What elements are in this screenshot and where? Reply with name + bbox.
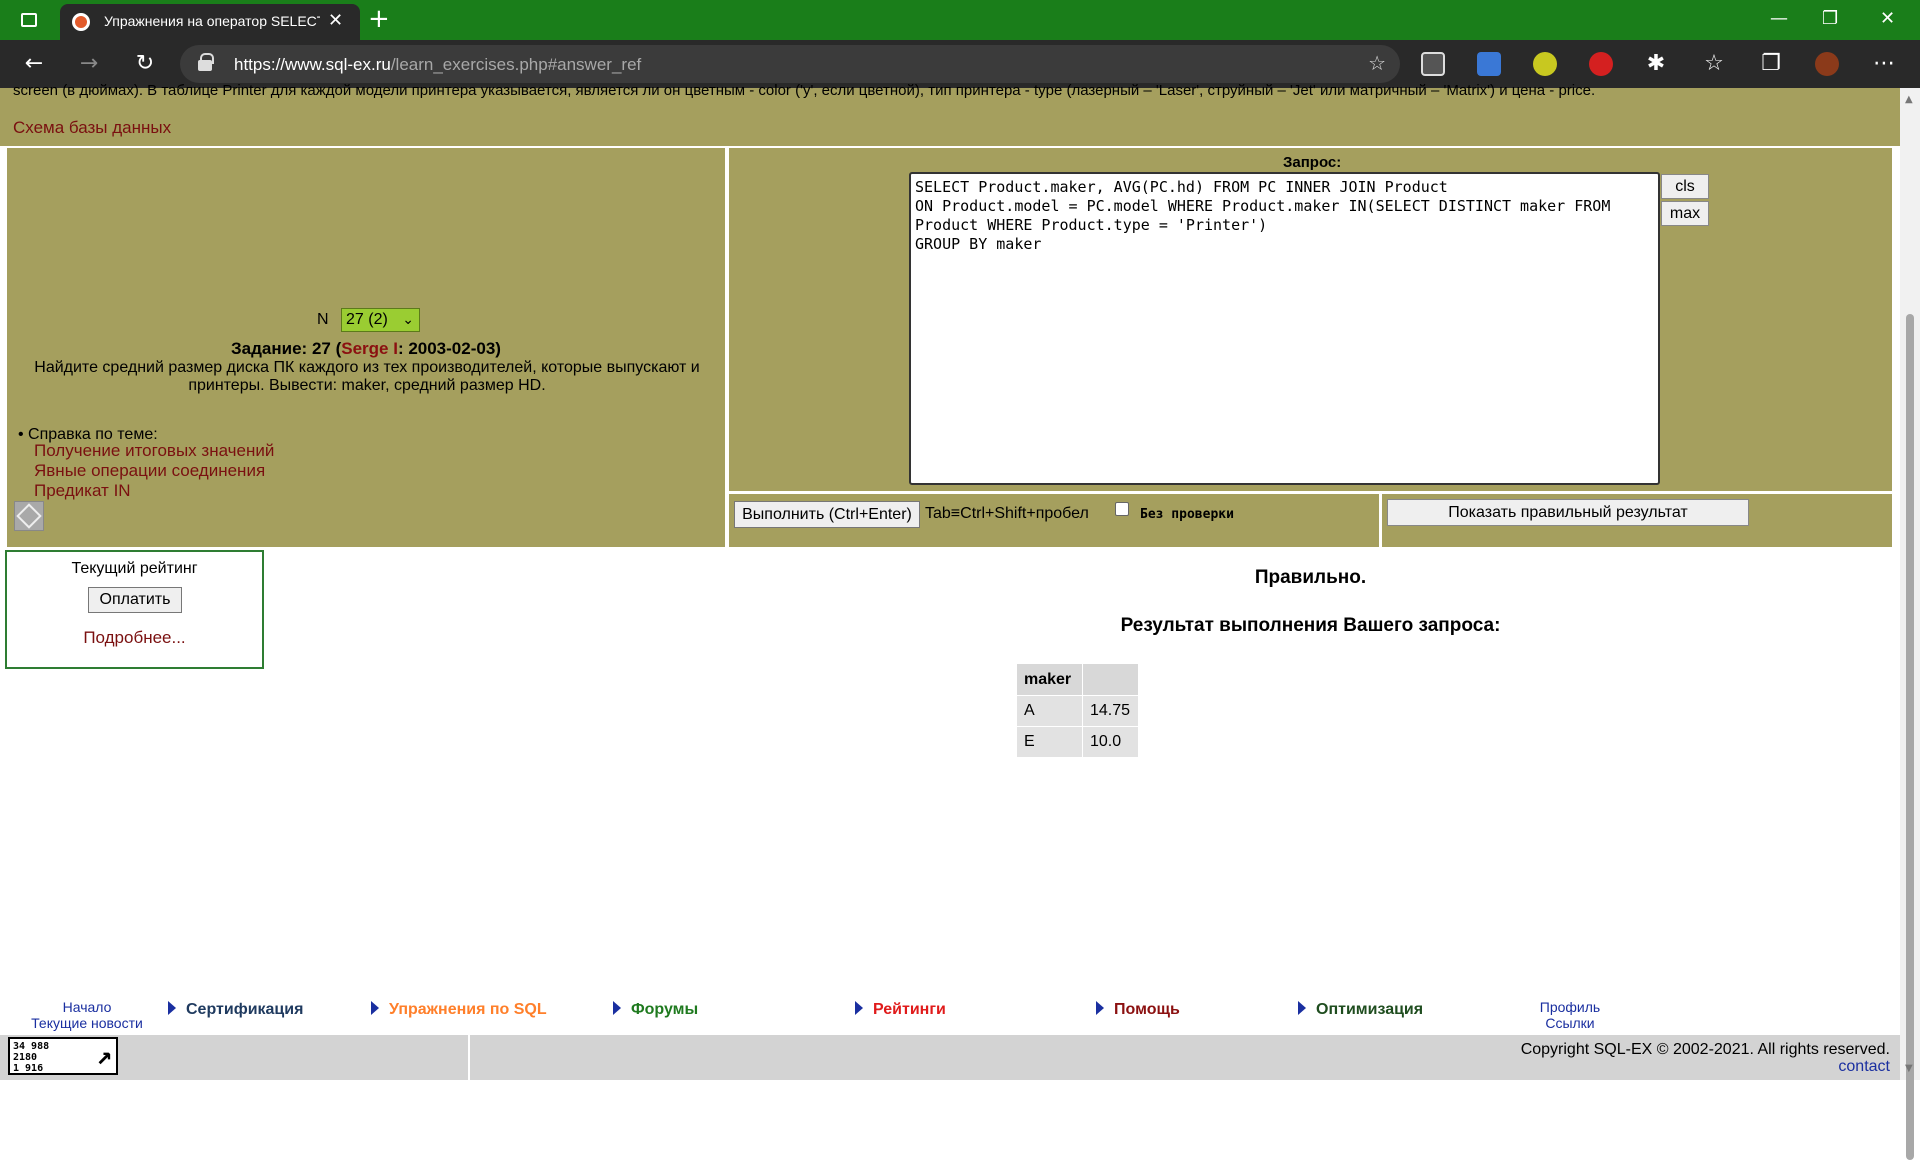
column-header — [1083, 664, 1138, 695]
profile-link[interactable]: Профиль — [1505, 999, 1635, 1015]
task-author-link[interactable]: Serge I — [341, 339, 398, 358]
more-menu-icon[interactable]: ⋯ — [1870, 50, 1898, 78]
table-header-row: maker — [1017, 664, 1138, 695]
links-link[interactable]: Ссылки — [1505, 1015, 1635, 1031]
schema-link[interactable]: Схема базы данных — [13, 118, 171, 138]
exercise-select-value: 27 (2) — [346, 311, 388, 328]
column-header: maker — [1017, 664, 1082, 695]
table-cell: E — [1017, 727, 1082, 757]
tab-hint: Tab≡Ctrl+Shift+пробел — [925, 505, 1089, 522]
max-button[interactable]: max — [1661, 201, 1709, 226]
no-check-checkbox[interactable] — [1115, 502, 1129, 516]
table-row: E 10.0 — [1017, 727, 1138, 757]
query-label: Запрос: — [1283, 154, 1342, 171]
table-cell: A — [1017, 696, 1082, 726]
tab-close-icon[interactable]: ✕ — [328, 11, 343, 29]
page-scrollbar[interactable]: ▲ ▼ — [1900, 88, 1920, 1160]
result-title: Результат выполнения Вашего запроса: — [1120, 615, 1501, 636]
navigation-bar: ← → ↻ https://www.sql-ex.ru/learn_exerci… — [0, 40, 1920, 88]
triangle-icon — [1096, 1001, 1104, 1015]
address-bar[interactable]: https://www.sql-ex.ru/learn_exercises.ph… — [180, 45, 1400, 83]
triangle-icon — [613, 1001, 621, 1015]
table-cell: 10.0 — [1083, 727, 1138, 757]
browser-tab[interactable]: Упражнения на оператор SELECT ✕ — [60, 4, 360, 40]
nav-help[interactable]: Помощь — [1096, 1001, 1180, 1019]
task-heading: Задание: 27 (Serge I: 2003-02-03) — [231, 339, 501, 358]
profile-avatar[interactable] — [1815, 52, 1839, 76]
home-link[interactable]: Начало — [0, 999, 174, 1015]
cls-button[interactable]: cls — [1661, 174, 1709, 199]
collections-icon[interactable]: ❐ — [1757, 50, 1785, 78]
visitor-counter[interactable]: 34 988 2180 1 916 ↗ — [8, 1037, 118, 1075]
rating-box: Текущий рейтинг Оплатить Подробнее... — [5, 550, 264, 669]
back-icon[interactable]: ← — [20, 50, 48, 78]
title-bar: Упражнения на оператор SELECT ✕ + — ❐ ✕ — [0, 0, 1920, 40]
extension-green-icon[interactable] — [1533, 52, 1557, 76]
description-strip: screen (в дюймах). В таблице Printer для… — [0, 82, 1900, 146]
triangle-icon — [1298, 1001, 1306, 1015]
table-cell: 14.75 — [1083, 696, 1138, 726]
show-correct-result-button[interactable]: Показать правильный результат — [1387, 499, 1749, 526]
add-favorite-icon[interactable]: ☆ — [1368, 51, 1386, 75]
nav-ratings[interactable]: Рейтинги — [855, 1001, 946, 1019]
lock-icon — [198, 53, 214, 71]
scroll-down-icon[interactable]: ▼ — [1905, 1063, 1913, 1074]
exercise-number-label: N — [317, 311, 329, 328]
arrow-icon: ↗ — [96, 1041, 112, 1071]
triangle-icon — [855, 1001, 863, 1015]
table-row: A 14.75 — [1017, 696, 1138, 726]
minimize-button[interactable]: — — [1770, 8, 1788, 29]
news-link[interactable]: Текущие новости — [0, 1015, 174, 1031]
nav-sql-exercises[interactable]: Упражнения по SQL — [371, 1001, 547, 1019]
result-status: Правильно. — [1254, 567, 1367, 588]
close-window-button[interactable]: ✕ — [1880, 8, 1895, 29]
pay-button[interactable]: Оплатить — [88, 587, 182, 613]
exercise-select[interactable]: 27 (2) ⌄ — [341, 308, 420, 332]
contact-link[interactable]: contact — [1700, 1058, 1890, 1076]
new-tab-button[interactable]: + — [368, 6, 390, 32]
tab-title: Упражнения на оператор SELECT — [104, 13, 320, 29]
triangle-icon — [371, 1001, 379, 1015]
chevron-down-icon: ⌄ — [402, 311, 414, 327]
forward-icon[interactable]: → — [75, 50, 103, 78]
extensions-puzzle-icon[interactable]: ✱ — [1642, 50, 1670, 78]
scroll-thumb[interactable] — [1906, 314, 1914, 1160]
help-link-in-predicate[interactable]: Предикат IN — [34, 481, 131, 501]
copyright-text: Copyright SQL-EX © 2002-2021. All rights… — [1520, 1041, 1890, 1058]
nav-optimization[interactable]: Оптимизация — [1298, 1001, 1423, 1019]
url-text[interactable]: https://www.sql-ex.ru/learn_exercises.ph… — [234, 55, 641, 75]
help-link-aggregates[interactable]: Получение итоговых значений — [34, 441, 274, 461]
more-link[interactable]: Подробнее... — [7, 628, 262, 648]
scroll-up-icon[interactable]: ▲ — [1905, 94, 1913, 105]
task-text: Найдите средний размер диска ПК каждого … — [34, 359, 700, 394]
triangle-icon — [168, 1001, 176, 1015]
result-table: maker A 14.75 E 10.0 — [1016, 663, 1139, 758]
extension-red-icon[interactable] — [1589, 52, 1613, 76]
favorites-icon[interactable]: ☆ — [1700, 50, 1728, 78]
refresh-icon[interactable]: ↻ — [131, 50, 159, 78]
schema-description: screen (в дюймах). В таблице Printer для… — [13, 82, 1596, 99]
run-query-button[interactable]: Выполнить (Ctrl+Enter) — [734, 501, 920, 528]
restore-button[interactable]: ❐ — [1822, 8, 1838, 29]
navigate-icon[interactable] — [14, 501, 44, 531]
nav-forums[interactable]: Форумы — [613, 1001, 698, 1019]
help-link-joins[interactable]: Явные операции соединения — [34, 461, 265, 481]
site-favicon-icon — [72, 13, 90, 31]
translate-icon[interactable] — [1477, 52, 1501, 76]
no-check-label: Без проверки — [1140, 507, 1234, 522]
rating-title: Текущий рейтинг — [71, 560, 198, 577]
tab-actions-icon[interactable] — [16, 8, 40, 32]
nav-certification[interactable]: Сертификация — [168, 1001, 303, 1019]
extension-reader-icon[interactable] — [1421, 52, 1445, 76]
divider — [468, 1035, 470, 1080]
task-panel: N 27 (2) ⌄ Задание: 27 (Serge I: 2003-02… — [7, 148, 725, 547]
page-content: screen (в дюймах). В таблице Printer для… — [0, 82, 1900, 1080]
sql-query-editor[interactable]: SELECT Product.maker, AVG(PC.hd) FROM PC… — [909, 172, 1660, 485]
